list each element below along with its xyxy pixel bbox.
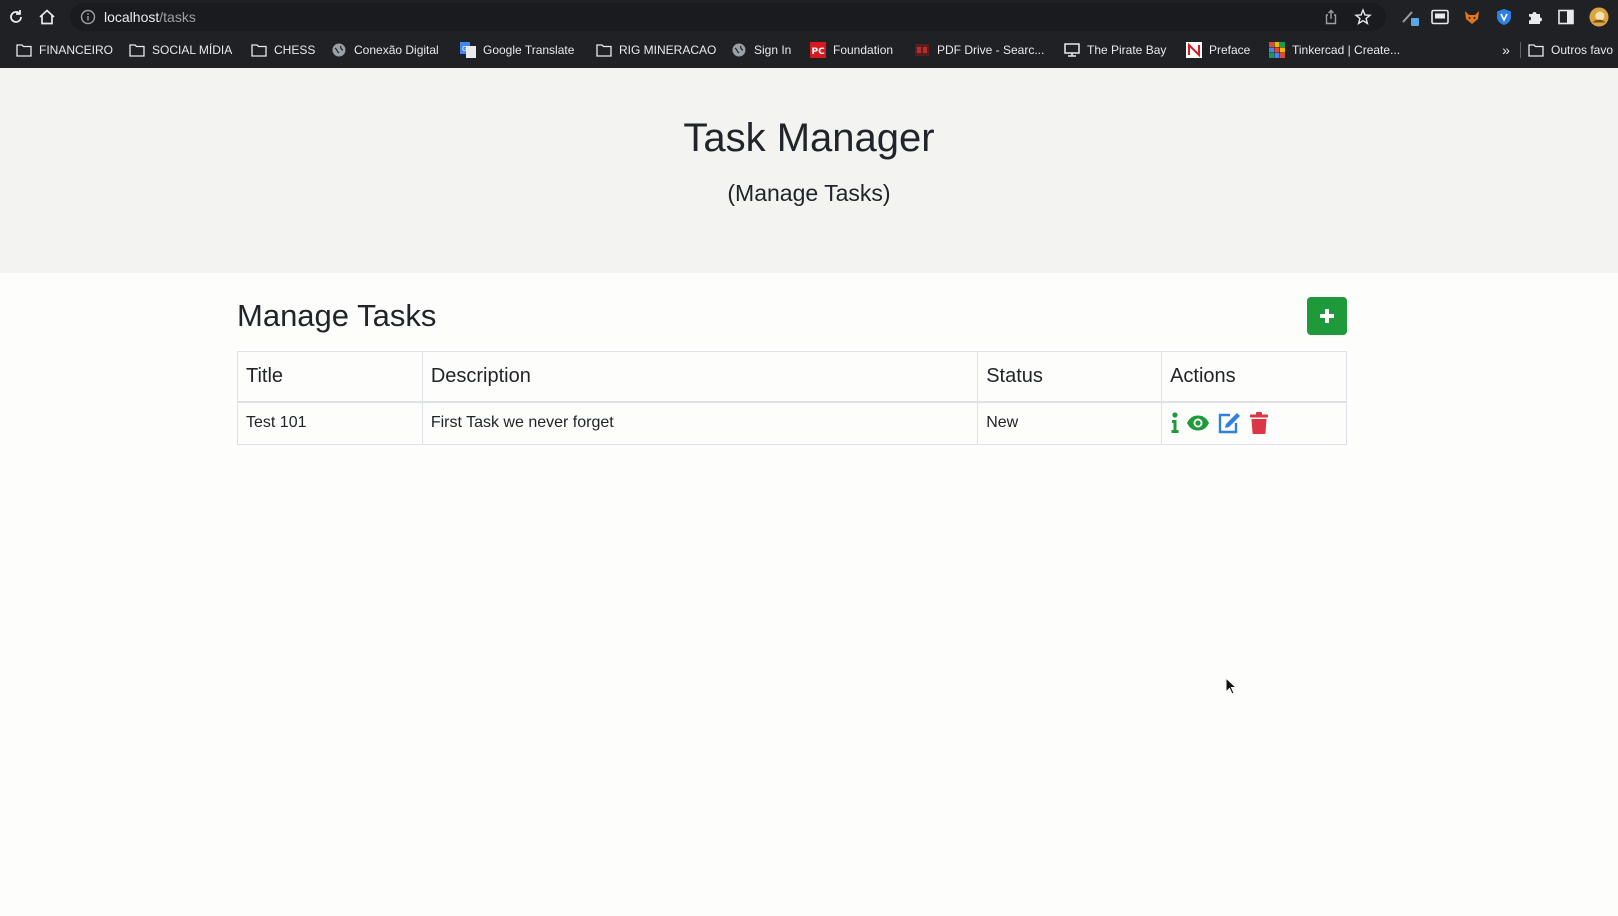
bookmark-item[interactable]: SOCIAL MÍDIA — [129, 40, 232, 60]
url-text: localhost/tasks — [104, 9, 196, 25]
grid-icon — [1269, 42, 1285, 58]
browser-chrome: localhost/tasks FINANCEIRO SOCIAL MÍDIA … — [0, 0, 1618, 68]
reload-icon[interactable] — [5, 6, 27, 28]
url-host: localhost — [104, 9, 160, 25]
delete-icon[interactable] — [1247, 411, 1271, 435]
bookmark-label: Tinkercad | Create... — [1292, 43, 1401, 57]
pdf-icon — [914, 42, 930, 58]
task-actions-cell — [1161, 401, 1347, 445]
monitor-icon — [1064, 42, 1080, 58]
bookmark-label: Preface — [1209, 43, 1251, 57]
bookmark-label: RIG MINERACAO — [619, 43, 717, 57]
table-row: Test 101 First Task we never forget New — [237, 401, 1347, 445]
bookmark-item[interactable]: PDF Drive - Searc... — [914, 40, 1044, 60]
svg-text:G: G — [462, 45, 467, 53]
column-header-actions: Actions — [1161, 351, 1347, 403]
extension-shield-icon[interactable] — [1494, 7, 1514, 27]
pc-icon: PC — [810, 42, 826, 58]
bookmark-label: FINANCEIRO — [39, 43, 114, 57]
bookmark-item[interactable]: CHESS — [251, 40, 315, 60]
bookmark-item[interactable]: The Pirate Bay — [1064, 40, 1166, 60]
tasks-table: Title Description Status Actions Test 10… — [237, 351, 1347, 445]
folder-icon — [1528, 42, 1544, 58]
info-icon[interactable] — [1170, 411, 1180, 435]
bookmark-label: Google Translate — [483, 43, 575, 57]
n-icon — [1186, 42, 1202, 58]
table-header-row: Title Description Status Actions — [237, 351, 1347, 403]
column-header-title: Title — [237, 351, 423, 403]
extensions-puzzle-icon[interactable] — [1525, 7, 1545, 27]
bookmark-item[interactable]: Preface — [1186, 40, 1250, 60]
bookmark-item[interactable]: Tinkercad | Create... — [1269, 40, 1400, 60]
folder-icon — [251, 42, 267, 58]
bookmark-label: PDF Drive - Searc... — [937, 43, 1045, 57]
column-header-description: Description — [421, 351, 979, 403]
page-title: Task Manager — [683, 116, 935, 160]
bookmark-item[interactable]: G Google Translate — [460, 40, 574, 60]
section-title: Manage Tasks — [237, 298, 437, 333]
extension-pen-icon[interactable] — [1400, 7, 1420, 27]
share-icon[interactable] — [1322, 8, 1340, 26]
globe-icon — [731, 42, 747, 58]
column-header-status: Status — [977, 351, 1163, 403]
bookmark-label: Sign In — [754, 43, 792, 57]
profile-avatar[interactable] — [1589, 7, 1609, 27]
bookmark-item[interactable]: Conexão Digital — [331, 40, 439, 60]
bookmark-item[interactable]: Sign In — [731, 40, 791, 60]
extension-fox-icon[interactable] — [1462, 7, 1482, 27]
extension-window-icon[interactable] — [1430, 7, 1450, 27]
task-description-cell: First Task we never forget — [421, 401, 979, 445]
bookmarks-divider — [1520, 42, 1521, 58]
more-bookmarks-icon[interactable]: » — [1496, 40, 1516, 60]
add-task-button[interactable] — [1307, 297, 1347, 335]
browser-toolbar: localhost/tasks — [0, 0, 1618, 34]
bookmark-item[interactable]: PC Foundation — [810, 40, 893, 60]
folder-icon — [129, 42, 145, 58]
address-bar[interactable]: localhost/tasks — [70, 3, 1386, 31]
translate-icon: G — [460, 42, 476, 58]
view-icon[interactable] — [1185, 411, 1211, 435]
bookmark-label: Outros favo — [1551, 43, 1614, 57]
globe-icon — [331, 42, 347, 58]
bookmark-label: SOCIAL MÍDIA — [152, 43, 233, 57]
page-header: Task Manager (Manage Tasks) — [0, 68, 1618, 273]
page-subtitle: (Manage Tasks) — [727, 180, 891, 206]
edit-icon[interactable] — [1215, 411, 1243, 435]
folder-icon — [16, 42, 32, 58]
bookmark-item[interactable]: RIG MINERACAO — [596, 40, 716, 60]
task-title-cell: Test 101 — [237, 401, 423, 445]
bookmark-label: CHESS — [274, 43, 316, 57]
bookmarks-bar: FINANCEIRO SOCIAL MÍDIA CHESS Conexão Di… — [0, 34, 1618, 66]
mouse-cursor-icon — [1225, 676, 1238, 695]
home-icon[interactable] — [36, 6, 58, 28]
bookmark-star-icon[interactable] — [1354, 8, 1372, 26]
bookmark-item[interactable]: FINANCEIRO — [16, 40, 113, 60]
bookmark-label: The Pirate Bay — [1087, 43, 1167, 57]
plus-icon — [1320, 309, 1334, 323]
other-bookmarks[interactable]: Outros favo — [1528, 40, 1613, 60]
bookmark-label: Foundation — [833, 43, 894, 57]
site-info-icon[interactable] — [80, 9, 96, 25]
task-status-cell: New — [977, 401, 1163, 445]
svg-text:PC: PC — [812, 47, 826, 57]
bookmark-label: Conexão Digital — [354, 43, 439, 57]
side-panel-icon[interactable] — [1556, 7, 1576, 27]
url-path: /tasks — [159, 9, 196, 25]
page-content: Task Manager (Manage Tasks) Manage Tasks… — [0, 68, 1618, 916]
folder-icon — [596, 42, 612, 58]
